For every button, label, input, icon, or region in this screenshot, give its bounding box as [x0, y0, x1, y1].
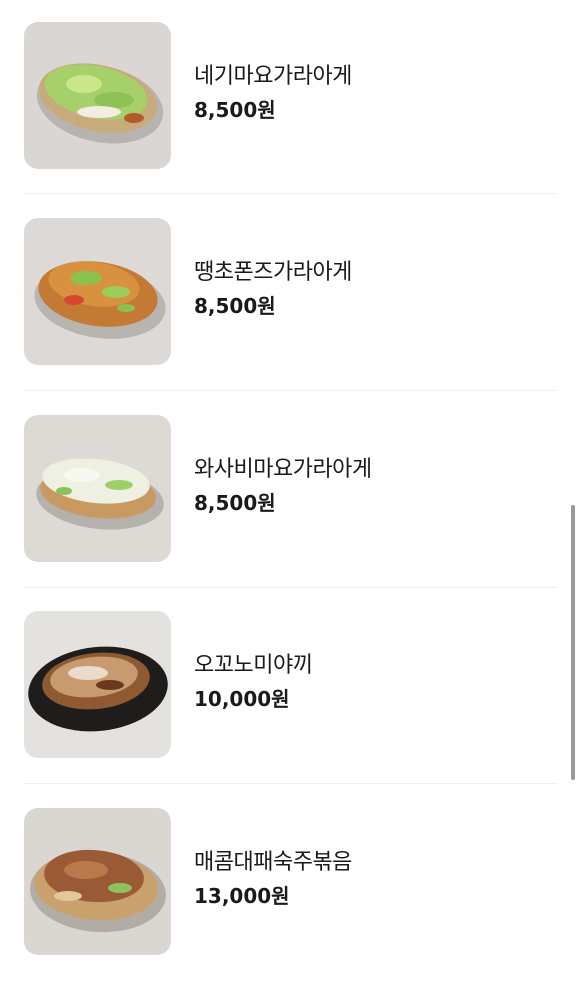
- dish-photo: [24, 218, 171, 365]
- dish-photo: [24, 22, 171, 169]
- menu-item[interactable]: 매콤대패숙주볶음 13,000원: [0, 786, 580, 982]
- item-name: 와사비마요가라아게: [194, 457, 372, 482]
- menu-item[interactable]: 오꼬노미야끼 10,000원: [0, 589, 580, 785]
- item-name: 땡초폰즈가라아게: [194, 260, 352, 285]
- item-price: 8,500원: [194, 294, 276, 318]
- item-info: 오꼬노미야끼 10,000원: [194, 651, 313, 714]
- menu-item[interactable]: 와사비마요가라아게 8,500원: [0, 393, 580, 589]
- dish-photo: [24, 808, 171, 955]
- menu-item[interactable]: 네기마요가라아게 8,500원: [0, 0, 580, 196]
- item-price: 10,000원: [194, 687, 290, 711]
- scrollbar[interactable]: [571, 505, 575, 780]
- item-price: 13,000원: [194, 884, 290, 908]
- divider: [24, 783, 557, 784]
- item-price: 8,500원: [194, 491, 276, 515]
- divider: [24, 193, 557, 194]
- item-info: 와사비마요가라아게 8,500원: [194, 455, 372, 518]
- item-name: 네기마요가라아게: [194, 64, 352, 89]
- item-name: 매콤대패숙주볶음: [194, 850, 352, 875]
- item-price: 8,500원: [194, 98, 276, 122]
- item-name: 오꼬노미야끼: [194, 653, 313, 678]
- item-info: 매콤대패숙주볶음 13,000원: [194, 848, 352, 911]
- item-info: 땡초폰즈가라아게 8,500원: [194, 258, 352, 321]
- divider: [24, 587, 557, 588]
- menu-item[interactable]: 땡초폰즈가라아게 8,500원: [0, 196, 580, 392]
- dish-photo: [24, 415, 171, 562]
- dish-photo: [24, 611, 171, 758]
- divider: [24, 390, 557, 391]
- item-info: 네기마요가라아게 8,500원: [194, 62, 352, 125]
